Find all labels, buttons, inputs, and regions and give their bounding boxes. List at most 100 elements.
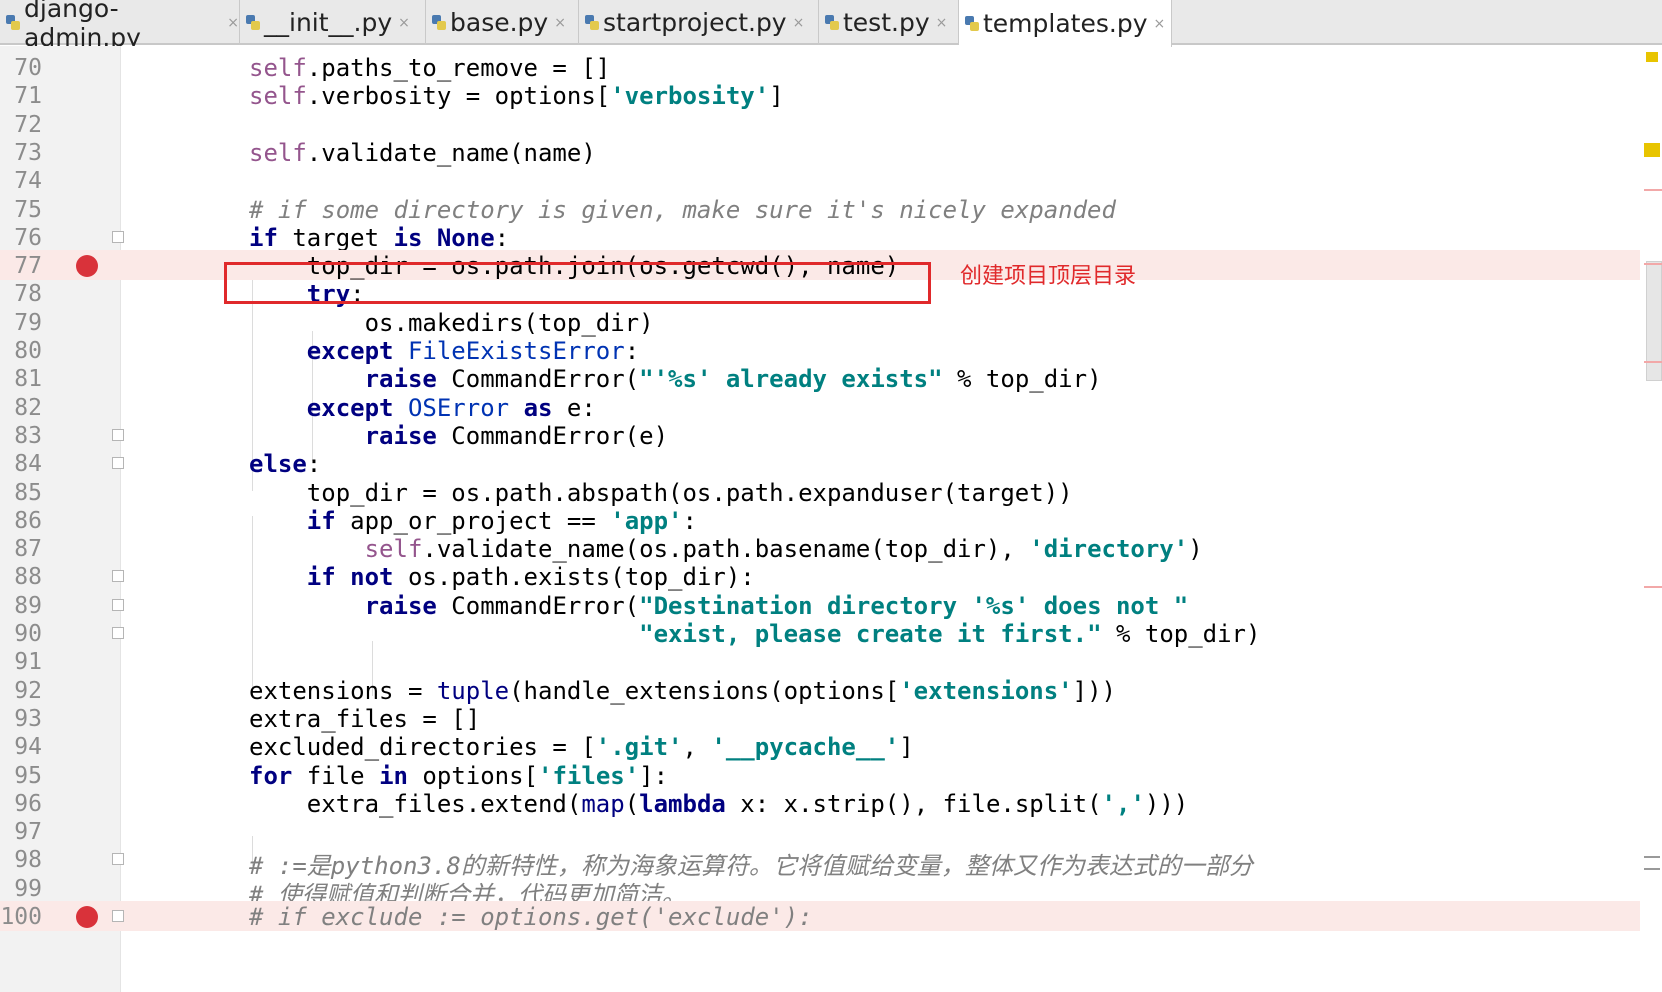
fold-marker-icon[interactable]: [112, 627, 124, 639]
breakpoint-icon[interactable]: [76, 906, 98, 928]
code-line[interactable]: 73 self.validate_name(name): [0, 137, 1640, 167]
code-text: except FileExistsError:: [306, 337, 640, 365]
line-number: 81: [14, 366, 42, 393]
code-line[interactable]: 80 except FileExistsError:: [0, 335, 1640, 365]
line-number: 98: [14, 847, 42, 874]
close-icon[interactable]: ×: [398, 15, 410, 31]
code-line[interactable]: 90 "exist, please create it first." % to…: [0, 618, 1640, 648]
line-number: 86: [14, 507, 42, 534]
code-line[interactable]: 92 extensions = tuple(handle_extensions(o…: [0, 675, 1640, 705]
code-line[interactable]: 91: [0, 646, 1640, 676]
code-line[interactable]: 98 # :=是python3.8的新特性，称为海象运算符。它将值赋给变量，整体又…: [0, 844, 1640, 880]
code-line[interactable]: 85 top_dir = os.path.abspath(os.path.exp…: [0, 477, 1640, 507]
python-file-icon: [6, 13, 20, 33]
breakpoint-marker[interactable]: [1644, 263, 1662, 265]
fold-marker-icon[interactable]: [112, 428, 124, 441]
code-line[interactable]: 75 # if some directory is given, make sur…: [0, 194, 1640, 224]
python-file-icon: [965, 14, 979, 34]
code-text: self.paths_to_remove = []: [249, 54, 611, 82]
error-stripe-scrollbar[interactable]: [1640, 46, 1662, 992]
close-icon[interactable]: ×: [227, 15, 239, 31]
code-line[interactable]: 74: [0, 165, 1640, 195]
close-icon[interactable]: ×: [936, 15, 948, 31]
code-line[interactable]: 89 raise CommandError("Destination direc…: [0, 590, 1640, 620]
code-line[interactable]: 81 raise CommandError("'%s' already exis…: [0, 363, 1640, 393]
tab-base-py[interactable]: base.py ×: [426, 0, 579, 45]
code-line[interactable]: 88 if not os.path.exists(top_dir):: [0, 561, 1640, 591]
warning-marker[interactable]: [1646, 52, 1658, 62]
line-number: 89: [14, 592, 42, 619]
code-line[interactable]: 84 else:: [0, 448, 1640, 478]
code-line[interactable]: 83 raise CommandError(e): [0, 420, 1640, 450]
tab-templates-py[interactable]: templates.py ×: [959, 0, 1172, 47]
fold-marker-icon[interactable]: [112, 853, 124, 866]
code-text: self.validate_name(name): [249, 138, 596, 167]
line-number: 94: [14, 734, 42, 761]
breakpoint-icon[interactable]: [76, 255, 98, 278]
breakpoint-marker[interactable]: [1644, 586, 1662, 588]
code-text: else:: [249, 450, 322, 479]
code-line[interactable]: 94 excluded_directories = ['.git', '__pyc…: [0, 731, 1640, 761]
highlight-box: [224, 262, 931, 304]
code-line[interactable]: 96 extra_files.extend(map(lambda x: x.st…: [0, 788, 1640, 818]
tab-startproject-py[interactable]: startproject.py ×: [579, 0, 819, 45]
line-number: 100: [0, 904, 42, 930]
line-number: 76: [14, 224, 42, 251]
code-text: extensions = tuple(handle_extensions(opt…: [249, 676, 1116, 705]
tab-label: test.py: [843, 8, 930, 37]
code-text: except OSError as e:: [306, 393, 596, 422]
fold-marker-icon[interactable]: [112, 230, 124, 243]
tab-label: django-admin.py: [24, 0, 141, 52]
python-file-icon: [432, 13, 446, 33]
fold-marker-icon[interactable]: [112, 457, 124, 470]
fold-marker-icon[interactable]: [112, 598, 124, 611]
close-icon[interactable]: ×: [793, 15, 805, 31]
code-line[interactable]: 76 if target is None:: [0, 222, 1640, 252]
line-number: 80: [14, 338, 42, 364]
breakpoint-marker[interactable]: [1644, 189, 1662, 191]
code-text: if app_or_project == 'app':: [306, 506, 697, 535]
code-editor[interactable]: 70 self.paths_to_remove = [] 71 self.verbos…: [0, 46, 1640, 992]
menu-icon[interactable]: [1644, 856, 1660, 870]
line-number: 85: [14, 479, 42, 506]
code-line[interactable]: 100 # if exclude := options.get('exclude'…: [0, 901, 1640, 931]
line-number: 93: [14, 705, 42, 732]
code-line[interactable]: 72: [0, 109, 1640, 139]
line-number: 70: [14, 55, 42, 81]
breakpoint-marker[interactable]: [1644, 361, 1662, 363]
fold-marker-icon[interactable]: [112, 910, 124, 922]
code-line[interactable]: 70 self.paths_to_remove = []: [0, 52, 1640, 82]
close-icon[interactable]: ×: [554, 15, 566, 31]
code-line[interactable]: 82 except OSError as e:: [0, 392, 1640, 422]
code-line[interactable]: 79 os.makedirs(top_dir): [0, 307, 1640, 337]
code-line[interactable]: 87 self.validate_name(os.path.basename(t…: [0, 533, 1640, 563]
tab-init-py[interactable]: __init__.py ×: [240, 0, 426, 45]
line-number: 96: [14, 790, 42, 817]
code-text: os.makedirs(top_dir): [249, 308, 654, 337]
code-line[interactable]: 97: [0, 816, 1640, 846]
fold-marker-icon[interactable]: [112, 570, 124, 583]
line-number: 97: [14, 819, 42, 846]
code-text: extra_files.extend(map(lambda x: x.strip…: [249, 789, 1189, 818]
code-line[interactable]: 86 if app_or_project == 'app':: [0, 505, 1640, 535]
code-text: for file in options['files']:: [249, 761, 669, 790]
scroll-thumb[interactable]: [1646, 261, 1662, 381]
code-line[interactable]: 93 extra_files = []: [0, 703, 1640, 733]
warning-marker[interactable]: [1644, 143, 1660, 157]
line-number: 82: [14, 394, 42, 421]
code-text: "exist, please create it first." % top_d…: [639, 620, 1261, 648]
line-number: 88: [14, 564, 42, 591]
close-icon[interactable]: ×: [1154, 16, 1166, 32]
line-number: 77: [14, 253, 42, 280]
code-line[interactable]: 71 self.verbosity = options['verbosity']: [0, 80, 1640, 110]
line-number: 79: [14, 309, 42, 336]
editor-tab-bar: django-admin.py × __init__.py × base.py …: [0, 0, 1662, 52]
line-number: 74: [14, 168, 42, 195]
code-line[interactable]: 95 for file in options['files']:: [0, 760, 1640, 790]
tab-django-admin-py[interactable]: django-admin.py ×: [0, 0, 240, 52]
tab-test-py[interactable]: test.py ×: [819, 0, 959, 45]
code-text: top_dir = os.path.abspath(os.path.expand…: [249, 478, 1073, 507]
line-number: 83: [14, 422, 42, 449]
code-line[interactable]: 99 # 使得赋值和判断合并，代码更加简洁。: [0, 873, 1640, 909]
line-number: 91: [14, 649, 42, 676]
